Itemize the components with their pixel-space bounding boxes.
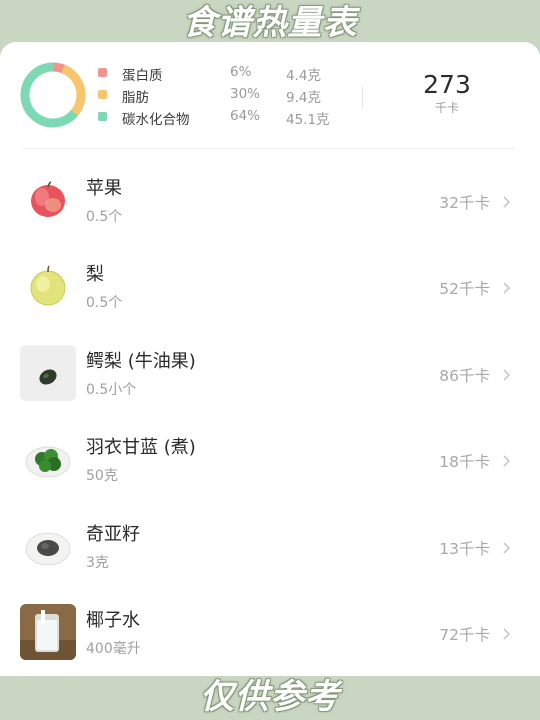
food-list: 苹果 0.5个 32千卡 梨 0.5个 52千卡 鳄梨 (牛油果) 0.5小个 … — [0, 158, 540, 676]
nutrition-summary: 蛋白质 6% 4.4克 脂肪 30% 9.4克 碳水化合物 64% 45.1克 … — [0, 42, 540, 148]
chevron-right-icon — [503, 628, 511, 640]
chevron-right-icon — [503, 282, 511, 294]
food-name: 椰子水 — [86, 609, 140, 631]
chia-seed-icon — [20, 517, 76, 574]
chevron-right-icon — [503, 455, 511, 467]
food-name: 羽衣甘蓝 (煮) — [86, 437, 196, 459]
legend-row-carbs: 碳水化合物 64% 45.1克 — [96, 106, 346, 128]
pear-icon — [20, 256, 76, 313]
food-quantity: 0.5小个 — [86, 381, 137, 398]
recipe-calorie-card: 蛋白质 6% 4.4克 脂肪 30% 9.4克 碳水化合物 64% 45.1克 … — [0, 42, 540, 676]
macro-legend: 蛋白质 6% 4.4克 脂肪 30% 9.4克 碳水化合物 64% 45.1克 — [96, 62, 346, 128]
food-quantity: 50克 — [86, 468, 118, 485]
chevron-right-icon — [503, 369, 511, 381]
header-banner: 食谱热量表 — [182, 3, 358, 43]
macro-name: 脂肪 — [122, 90, 149, 106]
apple-icon — [20, 170, 76, 226]
food-quantity: 3克 — [86, 554, 109, 571]
food-calories: 72千卡 — [439, 625, 490, 644]
food-quantity: 0.5个 — [86, 209, 123, 225]
food-row-apple[interactable]: 苹果 0.5个 32千卡 — [0, 158, 540, 244]
legend-row-protein: 蛋白质 6% 4.4克 — [96, 62, 346, 84]
legend-row-fat: 脂肪 30% 9.4克 — [96, 84, 346, 106]
food-name: 苹果 — [86, 178, 122, 199]
food-row-chia-seed[interactable]: 奇亚籽 3克 13千卡 — [0, 504, 540, 590]
macro-percent: 6% — [230, 64, 252, 80]
section-divider — [22, 148, 516, 149]
fat-color-dot — [98, 90, 107, 99]
carbs-color-dot — [98, 112, 107, 121]
food-name: 鳄梨 (牛油果) — [86, 350, 196, 372]
footer-banner: 仅供参考 — [200, 677, 340, 717]
macro-percent: 30% — [230, 86, 261, 102]
macro-name: 碳水化合物 — [122, 112, 190, 128]
food-calories: 13千卡 — [439, 539, 490, 558]
chevron-right-icon — [503, 541, 511, 554]
total-calories: 273 千卡 — [400, 70, 494, 116]
food-quantity: 400毫升 — [86, 640, 141, 657]
food-quantity: 0.5个 — [86, 295, 123, 312]
total-calories-unit: 千卡 — [434, 101, 459, 115]
total-calories-value: 273 — [423, 70, 471, 99]
macro-grams: 45.1克 — [286, 112, 330, 128]
food-calories: 18千卡 — [439, 453, 490, 472]
protein-color-dot — [98, 68, 107, 77]
food-row-avocado[interactable]: 鳄梨 (牛油果) 0.5小个 86千卡 — [0, 331, 540, 417]
macro-grams: 9.4克 — [286, 90, 321, 106]
summary-divider — [362, 86, 363, 108]
macro-donut-chart — [20, 62, 86, 128]
coconut-water-icon — [20, 603, 76, 660]
macro-name: 蛋白质 — [122, 68, 163, 84]
food-row-kale[interactable]: 羽衣甘蓝 (煮) 50克 18千卡 — [0, 417, 540, 503]
food-name: 奇亚籽 — [86, 523, 140, 545]
food-row-coconut-water[interactable]: 椰子水 400毫升 72千卡 — [0, 590, 540, 676]
food-calories: 52千卡 — [439, 280, 490, 299]
food-calories: 86千卡 — [439, 366, 490, 385]
food-calories: 32千卡 — [439, 194, 490, 212]
kale-icon — [20, 431, 76, 488]
avocado-icon — [20, 344, 76, 401]
food-name: 梨 — [86, 264, 104, 286]
macro-grams: 4.4克 — [286, 68, 321, 84]
food-row-pear[interactable]: 梨 0.5个 52千卡 — [0, 244, 540, 330]
macro-percent: 64% — [230, 108, 261, 124]
chevron-right-icon — [503, 196, 511, 208]
